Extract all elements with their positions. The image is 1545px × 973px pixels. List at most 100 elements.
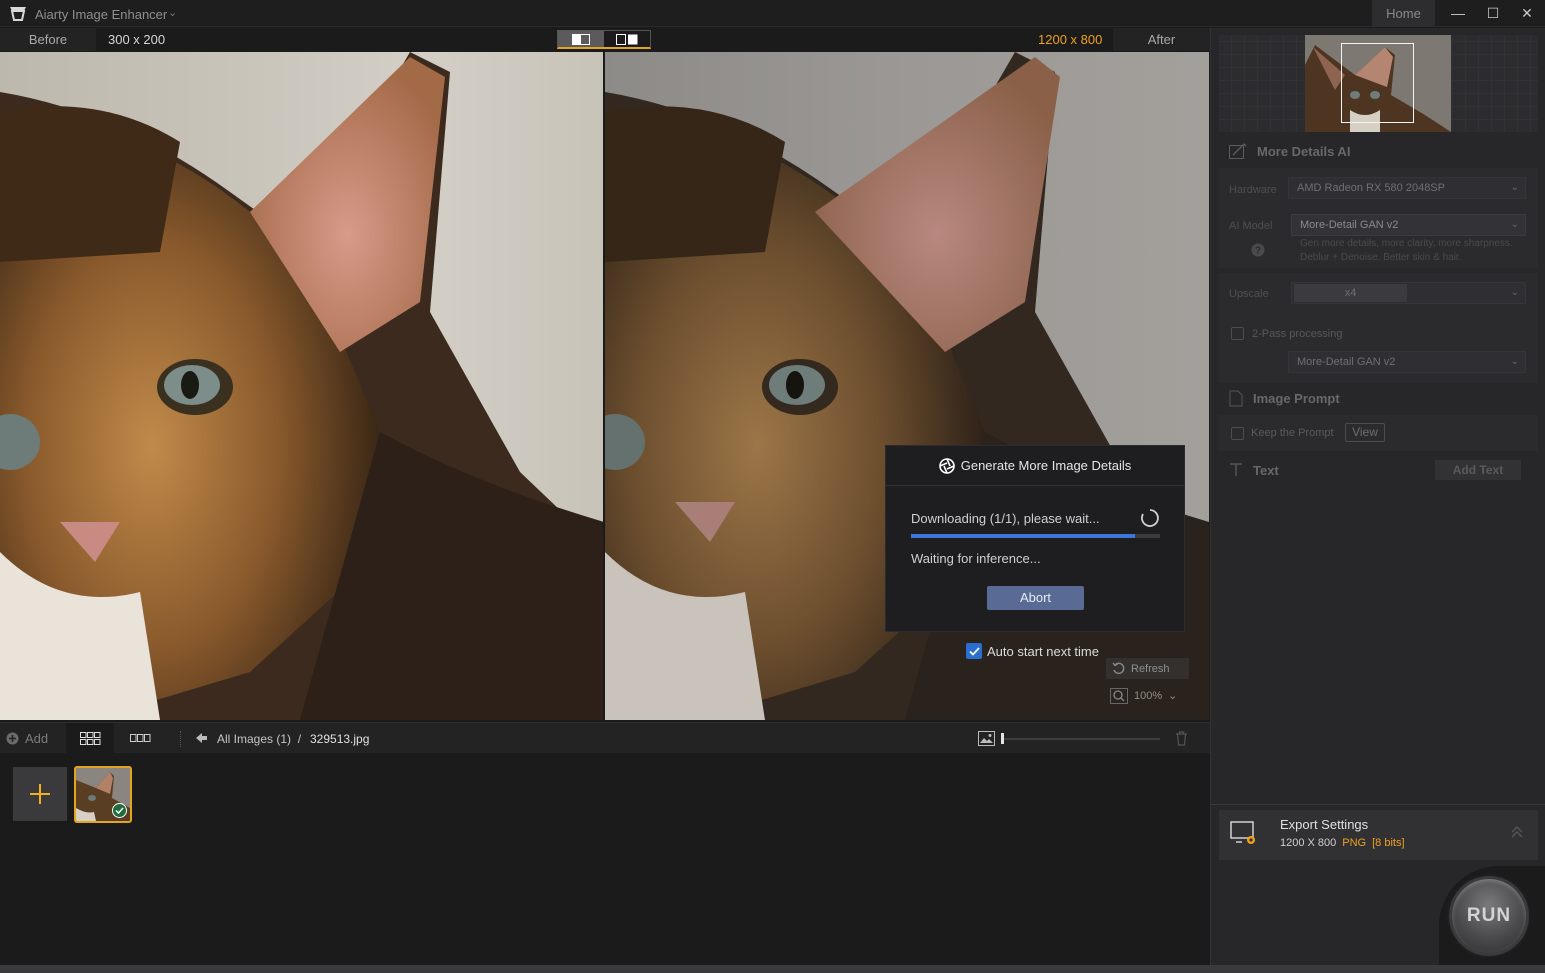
svg-text:?: ? — [1255, 246, 1261, 257]
keep-prompt-checkbox[interactable] — [1231, 427, 1244, 440]
before-size: 300 x 200 — [108, 32, 166, 47]
navigator-preview[interactable] — [1219, 35, 1538, 132]
ai-settings-group: Hardware AMD Radeon RX 580 2048SP ⌄ AI M… — [1219, 168, 1538, 268]
ai-model-hint-1: Gen more details, more clarity, more sha… — [1300, 238, 1513, 249]
two-pass-model-dropdown[interactable]: More-Detail GAN v2 ⌄ — [1288, 351, 1526, 373]
view-prompt-button[interactable]: View — [1345, 423, 1385, 442]
run-area: RUN — [1439, 866, 1545, 965]
hardware-label: Hardware — [1229, 184, 1277, 196]
split-view-icon — [572, 33, 590, 45]
ai-model-hint-2: Deblur + Denoise. Better skin & hair. — [1300, 252, 1462, 263]
refresh-button[interactable]: Refresh — [1106, 658, 1189, 679]
add-image-tile[interactable] — [13, 767, 67, 821]
refresh-label: Refresh — [1131, 662, 1170, 675]
section-text-title: Text — [1253, 462, 1279, 478]
export-settings-icon — [1230, 821, 1255, 844]
section-ai-title: More Details AI — [1257, 143, 1351, 159]
ai-model-dropdown[interactable]: More-Detail GAN v2 ⌄ — [1291, 214, 1526, 236]
two-pass-label: 2-Pass processing — [1252, 328, 1343, 340]
add-text-button[interactable]: Add Text — [1435, 460, 1521, 480]
auto-start-option[interactable]: Auto start next time — [966, 643, 1099, 659]
thumbnail-size-slider[interactable] — [1002, 738, 1160, 740]
close-icon[interactable]: ✕ — [1510, 0, 1544, 27]
grid-view-button[interactable] — [66, 723, 114, 754]
spinner-icon — [1141, 509, 1159, 527]
export-format: PNG — [1342, 837, 1367, 849]
panel-divider — [1211, 804, 1545, 805]
side-by-side-button[interactable] — [604, 31, 650, 47]
dialog-title: Generate More Image Details — [960, 458, 1132, 473]
chevron-up-icon[interactable] — [1510, 825, 1524, 839]
after-label: After — [1113, 28, 1210, 51]
breadcrumb-separator: / — [297, 732, 302, 746]
two-pass-checkbox[interactable] — [1231, 327, 1244, 340]
download-status: Downloading (1/1), please wait... — [911, 511, 1100, 526]
upscale-label: Upscale — [1229, 288, 1269, 300]
inference-status: Waiting for inference... — [911, 551, 1041, 566]
grid-view-icon — [79, 732, 100, 745]
zoom-level: 100% — [1134, 689, 1163, 702]
split-view-button[interactable] — [558, 31, 604, 47]
compare-header: Before 300 x 200 1200 x 800 After — [0, 28, 1210, 51]
text-icon — [1230, 463, 1242, 476]
after-size: 1200 x 800 — [1038, 32, 1103, 47]
ai-model-label: AI Model — [1229, 220, 1273, 232]
keep-prompt-label: Keep the Prompt — [1251, 427, 1334, 439]
section-text[interactable]: Text Add Text — [1219, 457, 1538, 483]
app-title: Aiarty Image Enhancer — [35, 7, 168, 22]
download-progress-fill — [911, 534, 1136, 538]
side-by-side-icon — [616, 33, 638, 45]
hardware-dropdown[interactable]: AMD Radeon RX 580 2048SP ⌄ — [1288, 177, 1526, 199]
trash-icon[interactable] — [1175, 731, 1188, 746]
help-icon[interactable]: ? — [1251, 243, 1265, 257]
title-bar: Aiarty Image Enhancer ⌄ Home — ☐ ✕ — [0, 0, 1545, 27]
auto-start-checkbox[interactable] — [966, 643, 982, 659]
before-label: Before — [0, 28, 96, 51]
abort-button[interactable]: Abort — [987, 586, 1084, 610]
run-button[interactable]: RUN — [1449, 876, 1529, 956]
breadcrumb-all-images[interactable]: All Images (1) / — [217, 732, 301, 746]
breadcrumb-file: 329513.jpg — [310, 732, 370, 746]
home-button[interactable]: Home — [1372, 0, 1435, 27]
chevron-down-icon: ⌄ — [1510, 356, 1519, 367]
zoom-dropdown[interactable]: 100% ⌄ — [1106, 685, 1189, 706]
two-pass-model-value: More-Detail GAN v2 — [1297, 356, 1396, 368]
kitten-before-image — [0, 52, 604, 720]
section-prompt-title: Image Prompt — [1253, 390, 1340, 406]
view-mode-toggle[interactable] — [557, 30, 651, 49]
hardware-value: AMD Radeon RX 580 2048SP — [1297, 182, 1445, 194]
dialog-title-bar: Generate More Image Details — [886, 446, 1184, 486]
navigator-viewport-frame[interactable] — [1341, 43, 1414, 123]
chevron-down-icon: ⌄ — [1510, 219, 1519, 230]
add-images-button[interactable]: Add — [6, 731, 48, 746]
toolbar-separator — [180, 731, 181, 747]
upscale-value: x4 — [1294, 284, 1407, 302]
app-logo-icon — [10, 7, 26, 21]
breadcrumb-root[interactable]: All Images (1) — [217, 732, 291, 746]
done-check-icon — [112, 803, 127, 818]
checkmark-icon — [968, 646, 980, 656]
minimize-icon[interactable]: — — [1441, 0, 1475, 27]
bottom-toolbar: Add All Images (1) / 329513.jpg — [0, 722, 1210, 754]
chevron-down-icon[interactable]: ⌄ — [168, 6, 177, 19]
prompt-group: Keep the Prompt View — [1219, 415, 1538, 451]
section-more-details-ai[interactable]: More Details AI — [1219, 138, 1538, 164]
chevron-down-icon: ⌄ — [1510, 182, 1519, 193]
add-label: Add — [25, 731, 49, 746]
thumbnail-size-slider-handle[interactable] — [1001, 733, 1004, 744]
ai-model-value: More-Detail GAN v2 — [1300, 219, 1399, 231]
image-thumbnail[interactable] — [74, 766, 132, 823]
before-image[interactable] — [0, 52, 604, 720]
upscale-dropdown[interactable]: x4 ⌄ — [1291, 282, 1526, 304]
export-settings[interactable]: Export Settings 1200 X 800 PNG [8 bits] — [1219, 810, 1538, 860]
maximize-icon[interactable]: ☐ — [1476, 0, 1510, 27]
section-image-prompt[interactable]: Image Prompt — [1219, 385, 1538, 411]
refresh-icon — [1112, 662, 1125, 675]
upscale-group: Upscale x4 ⌄ 2-Pass processing More-Deta… — [1219, 273, 1538, 383]
export-summary: 1200 X 800 PNG [8 bits] — [1280, 837, 1405, 849]
chevron-down-icon: ⌄ — [1510, 287, 1519, 298]
thumbnail-area — [0, 754, 1210, 965]
back-arrow-icon[interactable] — [194, 731, 208, 745]
filmstrip-view-button[interactable] — [116, 723, 164, 754]
document-icon — [1229, 390, 1243, 406]
